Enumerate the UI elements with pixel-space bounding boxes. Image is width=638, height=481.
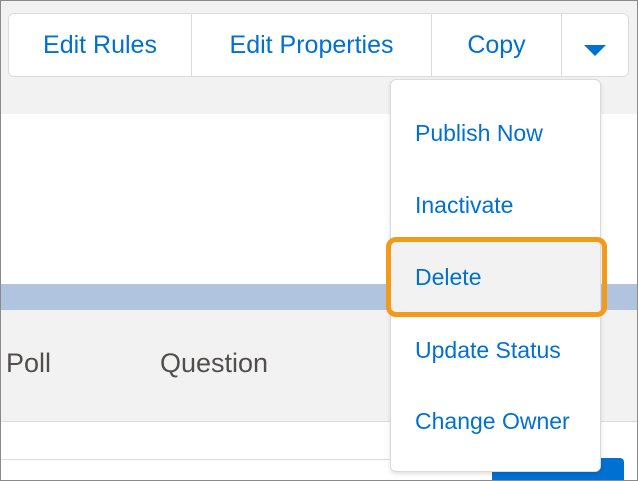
actions-dropdown-menu: Publish Now Inactivate Delete Update Sta…: [390, 79, 601, 472]
menu-item-delete[interactable]: Delete: [391, 241, 600, 313]
menu-item-inactivate[interactable]: Inactivate: [391, 169, 600, 241]
menu-item-publish-now[interactable]: Publish Now: [391, 97, 600, 169]
copy-button[interactable]: Copy: [432, 14, 562, 76]
column-header-question[interactable]: Question: [160, 348, 268, 379]
record-action-button-group: Edit Rules Edit Properties Copy: [8, 13, 629, 77]
column-header-poll[interactable]: Poll: [6, 348, 51, 379]
more-actions-button[interactable]: [562, 14, 628, 76]
menu-item-change-owner[interactable]: Change Owner: [391, 385, 600, 457]
menu-item-update-status[interactable]: Update Status: [391, 314, 600, 386]
edit-rules-button[interactable]: Edit Rules: [9, 14, 192, 76]
chevron-down-icon: [584, 44, 606, 56]
edit-properties-button[interactable]: Edit Properties: [192, 14, 432, 76]
